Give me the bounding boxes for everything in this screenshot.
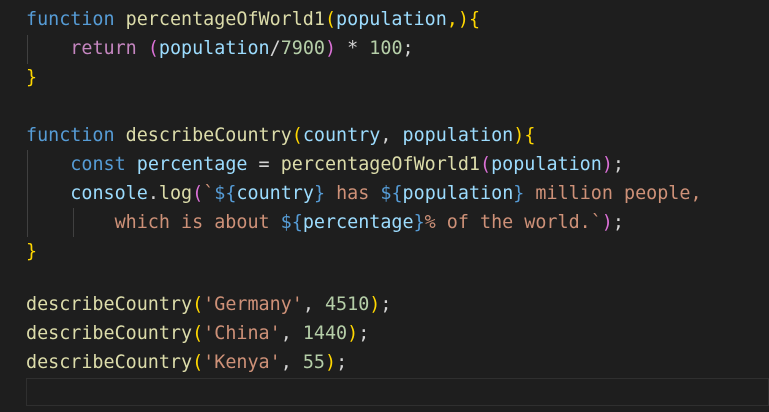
bracket-token: )	[601, 212, 613, 233]
string-token: which is about	[114, 212, 281, 233]
punctuation-token: ,	[380, 125, 403, 146]
variable-token: percentage	[136, 154, 248, 175]
function-name-token: percentageOfWorld1	[280, 154, 481, 175]
number-token: 4510	[324, 294, 370, 315]
string-token: % of the world.`	[424, 212, 602, 233]
number-token: 7900	[280, 38, 325, 59]
keyword-token: return	[70, 38, 137, 59]
bracket-token: )	[513, 125, 525, 146]
function-name-token: describeCountry	[26, 294, 193, 315]
variable-token: population	[491, 154, 602, 175]
function-name-token: describeCountry	[26, 323, 193, 344]
bracket-token: (	[192, 294, 204, 315]
punctuation-token: ,	[302, 294, 325, 315]
bracket-token: (	[480, 154, 492, 175]
parameter-token: country	[302, 125, 381, 146]
code-line-2[interactable]: return (population/7900) * 100;	[26, 34, 414, 63]
operator-token: /	[269, 38, 281, 59]
bracket-token: )	[325, 38, 337, 59]
bracket-token: (	[147, 38, 159, 59]
code-line-13[interactable]: describeCountry('Kenya', 55);	[26, 348, 347, 377]
punctuation-token: ;	[612, 212, 624, 233]
function-name-token: describeCountry	[125, 125, 292, 146]
string-token: million people,	[524, 183, 702, 204]
code-line-9[interactable]: }	[26, 237, 37, 266]
punctuation-token: ,	[280, 352, 303, 373]
punctuation-token: ;	[612, 154, 624, 175]
keyword-token: function	[26, 9, 115, 30]
string-token: has	[325, 183, 381, 204]
string-token: 'China'	[203, 323, 281, 344]
template-delimiter-token: ${	[380, 183, 403, 204]
string-token: `	[203, 183, 215, 204]
code-line-5[interactable]: function describeCountry(country, popula…	[26, 121, 535, 150]
bracket-token: )	[369, 294, 381, 315]
bracket-token: }	[26, 67, 38, 88]
punctuation-token: ;	[402, 38, 414, 59]
code-line-11[interactable]: describeCountry('Germany', 4510);	[26, 290, 391, 319]
punctuation-token: ,	[280, 323, 303, 344]
variable-token: population	[402, 183, 514, 204]
punctuation-token: ;	[380, 294, 392, 315]
bracket-token: )	[347, 323, 359, 344]
number-token: 1440	[302, 323, 348, 344]
keyword-token: function	[26, 125, 115, 146]
template-delimiter-token: }	[513, 183, 525, 204]
function-name-token: describeCountry	[26, 352, 193, 373]
template-delimiter-token: }	[413, 212, 425, 233]
variable-token: console	[70, 183, 148, 204]
code-line-12[interactable]: describeCountry('China', 1440);	[26, 319, 369, 348]
variable-token: percentage	[302, 212, 414, 233]
bracket-token: )	[601, 154, 613, 175]
bracket-token: (	[192, 352, 204, 373]
punctuation-token: .	[147, 183, 159, 204]
current-line-highlight[interactable]	[26, 378, 769, 406]
keyword-token: const	[70, 154, 126, 175]
template-delimiter-token: ${	[214, 183, 237, 204]
bracket-token: (	[291, 125, 303, 146]
bracket-token: }	[26, 241, 38, 262]
parameter-token: population	[402, 125, 514, 146]
operator-token: =	[247, 154, 281, 175]
variable-token: population	[158, 38, 270, 59]
bracket-token: ,)	[446, 9, 469, 30]
operator-token: *	[336, 38, 370, 59]
number-token: 55	[302, 352, 325, 373]
code-editor[interactable]: function percentageOfWorld1(population,)…	[0, 0, 769, 412]
function-name-token: log	[158, 183, 193, 204]
bracket-token: {	[468, 9, 481, 30]
bracket-token: {	[524, 125, 536, 146]
bracket-token: )	[325, 352, 337, 373]
bracket-token: (	[192, 323, 204, 344]
template-delimiter-token: ${	[280, 212, 303, 233]
template-delimiter-token: }	[313, 183, 326, 204]
code-line-1[interactable]: function percentageOfWorld1(population,)…	[26, 5, 480, 34]
number-token: 100	[369, 38, 403, 59]
code-line-7[interactable]: console.log(`${country} has ${population…	[26, 179, 702, 208]
function-name-token: percentageOfWorld1	[125, 9, 325, 30]
code-line-6[interactable]: const percentage = percentageOfWorld1(po…	[26, 150, 624, 179]
bracket-token: (	[192, 183, 204, 204]
string-token: 'Kenya'	[203, 352, 281, 373]
string-token: 'Germany'	[203, 294, 303, 315]
punctuation-token: ;	[336, 352, 348, 373]
bracket-token: (	[324, 9, 337, 30]
punctuation-token: ;	[358, 323, 370, 344]
code-line-3[interactable]: }	[26, 63, 37, 92]
variable-token: country	[236, 183, 314, 204]
parameter-token: population	[336, 9, 447, 30]
code-line-8[interactable]: which is about ${percentage}% of the wor…	[26, 208, 624, 237]
